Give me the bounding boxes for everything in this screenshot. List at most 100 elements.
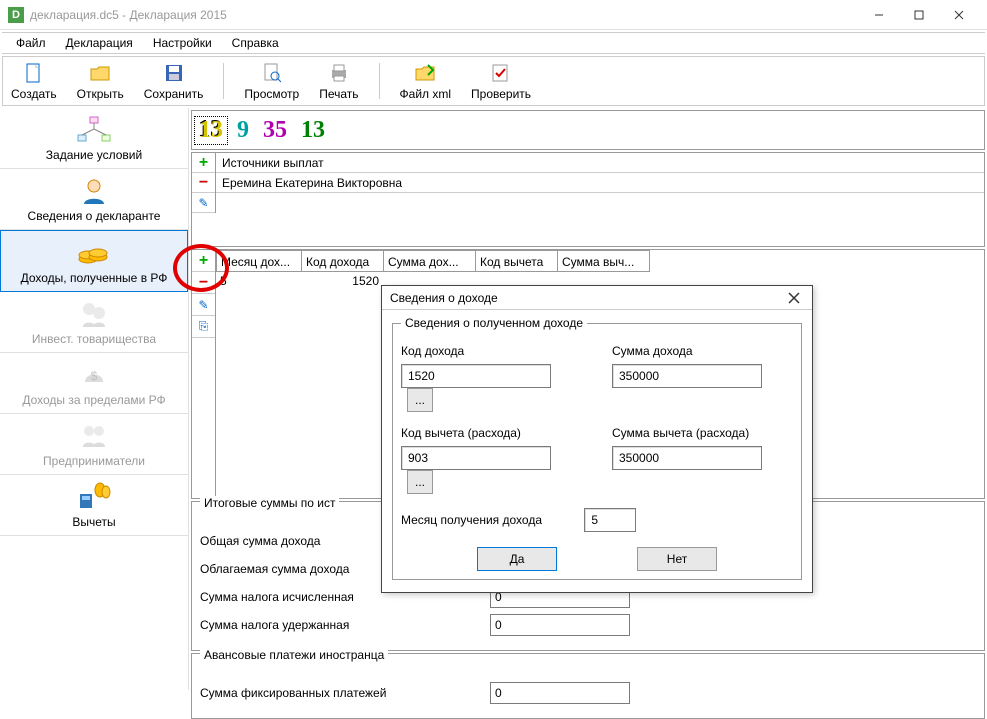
col-month[interactable]: Месяц дох... <box>216 250 302 272</box>
menu-help[interactable]: Справка <box>226 34 285 52</box>
income-edit-button[interactable]: ✎ <box>192 294 215 316</box>
tb-new[interactable]: Создать <box>11 61 57 101</box>
source-item[interactable]: Еремина Екатерина Викторовна <box>216 173 984 193</box>
app-icon: D <box>8 7 24 23</box>
menu-settings[interactable]: Настройки <box>147 34 218 52</box>
input-deduction-code[interactable] <box>401 446 551 470</box>
tb-xml-label: Файл xml <box>400 87 452 101</box>
nav-deductions-label: Вычеты <box>4 515 184 529</box>
file-new-icon <box>22 61 46 85</box>
source-add-button[interactable]: + <box>192 153 215 173</box>
total-input-3[interactable] <box>490 614 630 636</box>
tb-save-label: Сохранить <box>144 87 204 101</box>
label-deduction-code: Код вычета (расхода) <box>401 426 582 440</box>
dialog-close-button[interactable] <box>784 288 804 308</box>
tb-new-label: Создать <box>11 87 57 101</box>
nav-income-foreign-icon: $ <box>4 359 184 391</box>
tb-divider-2 <box>379 63 380 99</box>
save-icon <box>162 61 186 85</box>
close-icon <box>788 292 800 304</box>
tb-check[interactable]: Проверить <box>471 61 531 101</box>
label-deduction-sum: Сумма вычета (расхода) <box>612 426 793 440</box>
lookup-income-code-button[interactable]: ... <box>407 388 433 412</box>
nav-declarant[interactable]: Сведения о декларанте <box>0 169 188 230</box>
input-income-sum[interactable] <box>612 364 762 388</box>
nav-invest-label: Инвест. товарищества <box>4 332 184 346</box>
window-title: декларация.dc5 - Декларация 2015 <box>30 8 859 22</box>
rate-tab-13[interactable]: 13 <box>194 116 228 145</box>
nav-conditions-label: Задание условий <box>4 148 184 162</box>
nav-conditions-icon <box>4 114 184 146</box>
minimize-button[interactable] <box>859 1 899 29</box>
input-income-code[interactable] <box>401 364 551 388</box>
toolbar: Создать Открыть Сохранить Просмотр Печат… <box>2 56 985 106</box>
nav-entrepreneur-icon <box>4 420 184 452</box>
income-add-button[interactable]: + <box>192 250 215 272</box>
rate-tab-35[interactable]: 35 <box>258 116 292 145</box>
xml-icon <box>413 61 437 85</box>
edit-icon: ✎ <box>198 298 208 312</box>
income-grid-header: Месяц дох... Код дохода Сумма дох... Код… <box>216 250 984 272</box>
preview-icon <box>260 61 284 85</box>
sources-panel: + − ✎ Источники выплат Еремина Екатерина… <box>191 152 985 247</box>
minus-icon: − <box>199 174 208 192</box>
cell-month: 5 <box>216 272 302 292</box>
maximize-button[interactable] <box>899 1 939 29</box>
income-repeat-button[interactable]: ⎘ <box>192 316 215 338</box>
nav-conditions[interactable]: Задание условий <box>0 108 188 169</box>
lookup-deduction-code-button[interactable]: ... <box>407 470 433 494</box>
source-edit-button[interactable]: ✎ <box>192 193 215 213</box>
nav-entrepreneur: Предприниматели <box>0 414 188 475</box>
menubar: Файл Декларация Настройки Справка <box>2 32 985 54</box>
tb-xml[interactable]: Файл xml <box>400 61 452 101</box>
nav-invest: Инвест. товарищества <box>0 292 188 353</box>
nav-income-foreign: $ Доходы за пределами РФ <box>0 353 188 414</box>
nav-income-foreign-label: Доходы за пределами РФ <box>4 393 184 407</box>
minus-icon: − <box>199 274 208 292</box>
input-deduction-sum[interactable] <box>612 446 762 470</box>
rate-tab-9[interactable]: 9 <box>232 116 254 145</box>
rate-tab-13b[interactable]: 13 <box>296 116 330 145</box>
copy-icon: ⎘ <box>199 319 209 334</box>
income-dialog: Сведения о доходе Сведения о полученном … <box>381 285 813 593</box>
advance-box: Авансовые платежи иностранца Сумма фикси… <box>191 653 985 719</box>
nav-declarant-label: Сведения о декларанте <box>4 209 184 223</box>
tb-preview[interactable]: Просмотр <box>244 61 299 101</box>
tb-open[interactable]: Открыть <box>77 61 124 101</box>
tb-divider <box>223 63 224 99</box>
advance-label: Сумма фиксированных платежей <box>200 686 490 700</box>
dialog-ok-button[interactable]: Да <box>477 547 557 571</box>
folder-open-icon <box>88 61 112 85</box>
total-label-3: Сумма налога удержанная <box>200 618 490 632</box>
nav-invest-icon <box>4 298 184 330</box>
nav-income-rf-icon <box>5 237 183 269</box>
input-month[interactable] <box>584 508 636 532</box>
col-income-sum[interactable]: Сумма дох... <box>384 250 476 272</box>
menu-declaration[interactable]: Декларация <box>60 34 139 52</box>
left-nav: Задание условий Сведения о декларанте До… <box>0 108 189 690</box>
nav-deductions[interactable]: Вычеты <box>0 475 188 536</box>
nav-income-rf[interactable]: Доходы, полученные в РФ <box>0 230 188 292</box>
tb-preview-label: Просмотр <box>244 87 299 101</box>
dialog-cancel-button[interactable]: Нет <box>637 547 717 571</box>
label-income-sum: Сумма дохода <box>612 344 793 358</box>
tb-save[interactable]: Сохранить <box>144 61 204 101</box>
nav-entrepreneur-label: Предприниматели <box>4 454 184 468</box>
sources-header: Источники выплат <box>216 153 984 173</box>
tb-check-label: Проверить <box>471 87 531 101</box>
close-button[interactable] <box>939 1 979 29</box>
col-ded-code[interactable]: Код вычета <box>476 250 558 272</box>
col-ded-sum[interactable]: Сумма выч... <box>558 250 650 272</box>
income-remove-button[interactable]: − <box>192 272 215 294</box>
col-income-code[interactable]: Код дохода <box>302 250 384 272</box>
plus-icon: + <box>199 252 208 270</box>
dialog-title: Сведения о доходе <box>390 291 784 305</box>
tb-print[interactable]: Печать <box>319 61 358 101</box>
svg-text:$: $ <box>91 369 98 383</box>
menu-file[interactable]: Файл <box>10 34 52 52</box>
nav-deductions-icon <box>4 481 184 513</box>
source-remove-button[interactable]: − <box>192 173 215 193</box>
advance-input[interactable] <box>490 682 630 704</box>
advance-title: Авансовые платежи иностранца <box>200 648 388 662</box>
nav-declarant-icon <box>4 175 184 207</box>
